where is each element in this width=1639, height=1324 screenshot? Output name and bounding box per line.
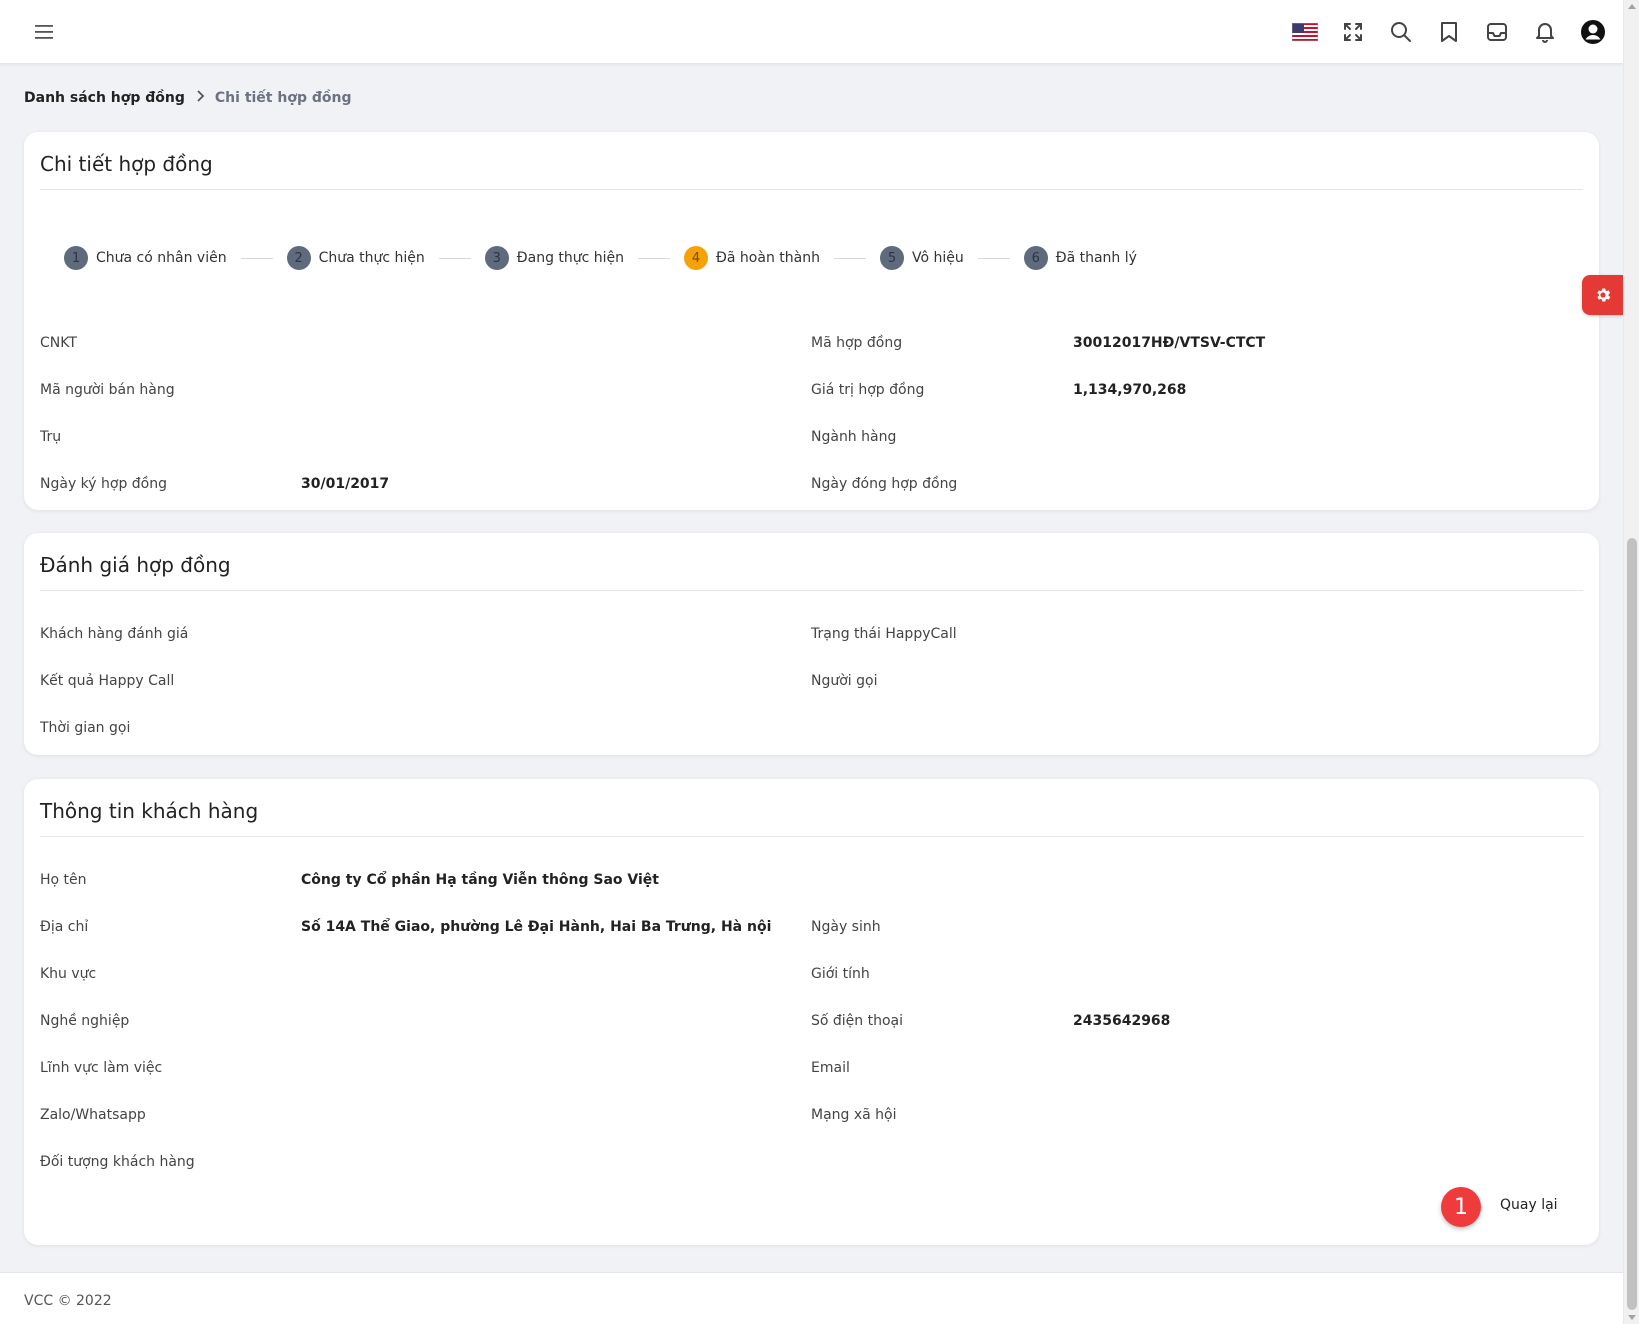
contract-value-value: 1,134,970,268	[1073, 382, 1187, 398]
step-label: Đã thanh lý	[1055, 250, 1137, 266]
customer-rating-label: Khách hàng đánh giá	[40, 626, 189, 642]
industry-label: Ngành hàng	[811, 429, 897, 445]
step-number: 4	[684, 246, 709, 270]
step-6[interactable]: 6 Đã thanh lý	[1023, 246, 1137, 270]
status-steps: 1 Chưa có nhân viên 2 Chưa thực hiện 3 Đ…	[64, 246, 1137, 270]
phone-value: 2435642968	[1073, 1013, 1171, 1029]
call-time-label: Thời gian gọi	[40, 720, 131, 736]
name-label: Họ tên	[40, 872, 87, 888]
step-connector	[977, 257, 1010, 259]
contract-code-value: 30012017HĐ/VTSV-CTCT	[1073, 335, 1266, 351]
step-connector	[438, 257, 471, 259]
seller-code-label: Mã người bán hàng	[40, 382, 175, 398]
step-5[interactable]: 5 Vô hiệu	[879, 246, 964, 270]
step-3[interactable]: 3 Đang thực hiện	[484, 246, 625, 270]
contract-code-label: Mã hợp đồng	[811, 335, 903, 351]
region-label: Khu vực	[40, 966, 97, 982]
step-2[interactable]: 2 Chưa thực hiện	[286, 246, 425, 270]
evaluation-title: Đánh giá hợp đồng	[40, 553, 231, 577]
customer-info-card: Thông tin khách hàng Họ tên Công ty Cổ p…	[24, 779, 1599, 1245]
divider	[40, 189, 1583, 190]
step-connector	[240, 257, 273, 259]
name-value: Công ty Cổ phần Hạ tầng Viễn thông Sao V…	[301, 872, 659, 888]
step-label: Chưa thực hiện	[318, 250, 425, 266]
settings-gear-button[interactable]	[1582, 275, 1623, 315]
notification-badge: 1	[1441, 1187, 1481, 1227]
step-label: Đang thực hiện	[516, 250, 625, 266]
cnkt-label: CNKT	[40, 335, 77, 351]
contract-details-title: Chi tiết hợp đồng	[40, 152, 213, 176]
customer-type-label: Đối tượng khách hàng	[40, 1154, 195, 1170]
divider	[40, 590, 1583, 591]
bell-icon[interactable]	[1531, 18, 1559, 46]
step-number: 6	[1023, 246, 1048, 270]
top-bar	[0, 0, 1623, 64]
scroll-thumb[interactable]	[1627, 538, 1637, 1310]
contract-value-label: Giá trị hợp đồng	[811, 382, 925, 398]
footer: VCC © 2022	[0, 1272, 1623, 1324]
sign-date-value: 30/01/2017	[301, 476, 390, 492]
sign-date-label: Ngày ký hợp đồng	[40, 476, 168, 492]
menu-icon[interactable]	[32, 20, 56, 44]
phone-label: Số điện thoại	[811, 1013, 904, 1029]
breadcrumb-parent-link[interactable]: Danh sách hợp đồng	[24, 90, 185, 106]
contract-details-card: Chi tiết hợp đồng 1 Chưa có nhân viên 2 …	[24, 132, 1599, 510]
divider	[40, 836, 1583, 837]
dob-label: Ngày sinh	[811, 919, 881, 935]
social-label: Mạng xã hội	[811, 1107, 897, 1123]
email-label: Email	[811, 1060, 850, 1076]
page-scrollbar[interactable]	[1623, 0, 1639, 1324]
customer-info-title: Thông tin khách hàng	[40, 799, 259, 823]
step-4[interactable]: 4 Đã hoàn thành	[684, 246, 820, 270]
chevron-right-icon	[195, 90, 205, 106]
us-flag-icon[interactable]	[1291, 18, 1319, 46]
step-label: Đã hoàn thành	[716, 250, 820, 266]
job-label: Nghề nghiệp	[40, 1013, 130, 1029]
fullscreen-icon[interactable]	[1339, 18, 1367, 46]
gender-label: Giới tính	[811, 966, 870, 982]
caller-label: Người gọi	[811, 673, 878, 689]
step-number: 5	[879, 246, 904, 270]
step-label: Vô hiệu	[911, 250, 964, 266]
scroll-up-arrow[interactable]	[1628, 4, 1636, 9]
step-number: 1	[64, 246, 88, 270]
back-button[interactable]: Quay lại	[1500, 1197, 1558, 1213]
zalo-label: Zalo/Whatsapp	[40, 1107, 146, 1123]
tru-label: Trụ	[40, 429, 62, 445]
inbox-icon[interactable]	[1483, 18, 1511, 46]
happycall-result-label: Kết quả Happy Call	[40, 673, 175, 689]
step-connector	[638, 257, 671, 259]
step-label: Chưa có nhân viên	[96, 250, 227, 266]
bookmark-icon[interactable]	[1435, 18, 1463, 46]
close-date-label: Ngày đóng hợp đồng	[811, 476, 958, 492]
evaluation-card: Đánh giá hợp đồng Khách hàng đánh giá Tr…	[24, 533, 1599, 755]
address-label: Địa chỉ	[40, 919, 89, 935]
scroll-down-arrow[interactable]	[1628, 1315, 1636, 1320]
footer-copyright: VCC © 2022	[24, 1293, 112, 1309]
address-value: Số 14A Thể Giao, phường Lê Đại Hành, Hai…	[301, 919, 772, 935]
work-field-label: Lĩnh vực làm việc	[40, 1060, 163, 1076]
gear-icon	[1596, 288, 1610, 302]
top-icons	[1291, 0, 1607, 64]
step-number: 3	[484, 246, 509, 270]
step-1[interactable]: 1 Chưa có nhân viên	[64, 246, 227, 270]
step-number: 2	[286, 246, 311, 270]
search-icon[interactable]	[1387, 18, 1415, 46]
user-avatar-icon[interactable]	[1579, 18, 1607, 46]
happycall-status-label: Trạng thái HappyCall	[811, 626, 957, 642]
breadcrumb-current: Chi tiết hợp đồng	[214, 90, 352, 106]
step-connector	[833, 257, 866, 259]
breadcrumb: Danh sách hợp đồng Chi tiết hợp đồng	[24, 90, 351, 106]
